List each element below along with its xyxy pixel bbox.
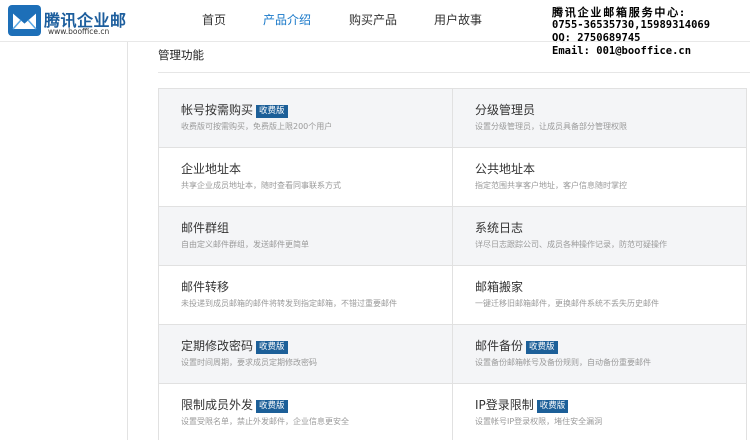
brand-logo[interactable]: 腾讯企业邮 www.booffice.cn [8,5,158,39]
feature-name: 系统日志 [475,221,524,235]
paid-badge: 收费版 [256,341,288,354]
feature-cell: 分级管理员 设置分级管理员，让成员具备部分管理权限 [453,89,747,148]
nav-user-stories[interactable]: 用户故事 [434,11,482,28]
feature-desc: 未投递到成员邮箱的邮件将转发到指定邮箱，不错过重要邮件 [181,299,397,308]
header-divider [0,41,750,42]
feature-desc: 设置时间周期，要求成员定期修改密码 [181,358,317,367]
feature-desc: 一键迁移旧邮箱邮件，更换邮件系统不丢失历史邮件 [475,299,659,308]
sidebar-divider [127,42,128,440]
feature-name: 定期修改密码 收费版 [181,337,288,354]
brand-url: www.booffice.cn [48,27,110,36]
feature-cell: 邮件群组 自由定义邮件群组，发送邮件更简单 [159,207,453,266]
nav-buy-product[interactable]: 购买产品 [349,11,397,28]
nav-home[interactable]: 首页 [202,11,226,28]
paid-badge: 收费版 [256,400,288,413]
feature-desc: 详尽日志跟踪公司、成员各种操作记录，防范可疑操作 [475,240,667,249]
feature-desc: 设置受限名单，禁止外发邮件，企业信息更安全 [181,417,349,426]
feature-desc: 设置备份邮箱帐号及备份规则，自动备份重要邮件 [475,358,651,367]
contact-email: Email: 001@booffice.cn [552,45,692,57]
section-title: 管理功能 [158,48,204,62]
feature-cell: 系统日志 详尽日志跟踪公司、成员各种操作记录，防范可疑操作 [453,207,747,266]
feature-desc: 设置帐号IP登录权限，堵住安全漏洞 [475,417,603,426]
feature-cell: 帐号按需购买 收费版 收费版可按需购买，免费版上限200个用户 [159,89,453,148]
top-header: 腾讯企业邮 www.booffice.cn 首页 产品介绍 购买产品 用户故事 … [0,0,750,57]
paid-badge: 收费版 [256,105,288,118]
contact-qq: QQ: 2750689745 [552,32,641,44]
feature-desc: 收费版可按需购买，免费版上限200个用户 [181,122,333,131]
feature-cell: 邮件备份 收费版 设置备份邮箱帐号及备份规则，自动备份重要邮件 [453,325,747,384]
feature-cell: 企业地址本 共享企业成员地址本，随时查看同事联系方式 [159,148,453,207]
feature-cell: 公共地址本 指定范围共享客户地址，客户信息随时掌控 [453,148,747,207]
paid-badge: 收费版 [526,341,558,354]
feature-name: 邮件备份 收费版 [475,337,558,354]
feature-cell: IP登录限制 收费版 设置帐号IP登录权限，堵住安全漏洞 [453,384,747,440]
feature-name: 公共地址本 [475,162,536,176]
feature-cell: 定期修改密码 收费版 设置时间周期，要求成员定期修改密码 [159,325,453,384]
feature-grid: 帐号按需购买 收费版 收费版可按需购买，免费版上限200个用户 分级管理员 设置分… [158,88,747,440]
section-divider [158,72,750,73]
contact-info: 腾讯企业邮箱服务中心: 0755-36535730,15989314069 QQ… [552,6,710,58]
feature-desc: 设置分级管理员，让成员具备部分管理权限 [475,122,627,131]
feature-name: 企业地址本 [181,162,242,176]
feature-name: 分级管理员 [475,103,536,117]
feature-desc: 共享企业成员地址本，随时查看同事联系方式 [181,181,341,190]
contact-phones: 0755-36535730,15989314069 [552,19,711,31]
feature-name: 邮件群组 [181,221,230,235]
feature-cell: 邮件转移 未投递到成员邮箱的邮件将转发到指定邮箱，不错过重要邮件 [159,266,453,325]
feature-name: 邮件转移 [181,280,230,294]
feature-desc: 指定范围共享客户地址，客户信息随时掌控 [475,181,627,190]
paid-badge: 收费版 [536,400,569,413]
feature-name: 帐号按需购买 收费版 [181,101,288,118]
feature-cell: 限制成员外发 收费版 设置受限名单，禁止外发邮件，企业信息更安全 [159,384,453,440]
feature-name: 邮箱搬家 [475,280,524,294]
feature-cell: 邮箱搬家 一键迁移旧邮箱邮件，更换邮件系统不丢失历史邮件 [453,266,747,325]
nav-product-intro[interactable]: 产品介绍 [263,11,311,28]
feature-name: IP登录限制 收费版 [475,396,569,413]
mail-logo-icon [8,5,41,36]
contact-title: 腾讯企业邮箱服务中心: [552,6,686,19]
feature-desc: 自由定义邮件群组，发送邮件更简单 [181,240,309,249]
feature-name: 限制成员外发 收费版 [181,396,288,413]
